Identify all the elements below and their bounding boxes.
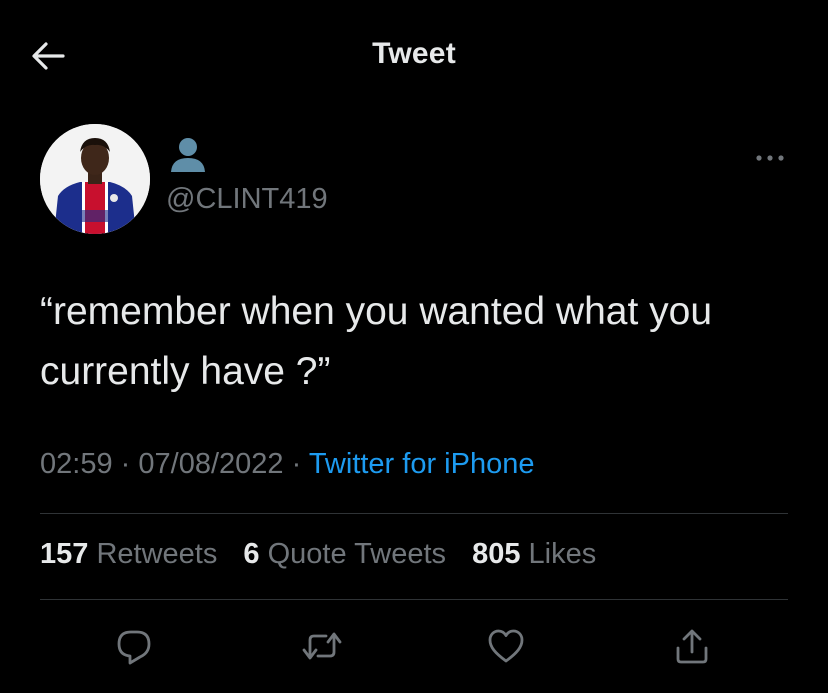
top-bar: Tweet [0,0,828,112]
divider [40,513,788,514]
share-button[interactable] [666,620,718,672]
likes-count: 805 [472,538,521,570]
retweets-count: 157 [40,538,89,570]
likes-stat[interactable]: 805 Likes [472,538,596,570]
reply-button[interactable] [108,620,160,672]
retweet-icon [302,632,342,660]
avatar[interactable] [40,124,150,234]
divider [40,599,788,600]
more-options-button[interactable] [748,144,792,172]
quote-tweets-label: Quote Tweets [267,538,447,570]
likes-label: Likes [528,538,597,570]
retweets-label: Retweets [96,538,218,570]
retweets-stat[interactable]: 157 Retweets [40,538,217,570]
user-handle[interactable]: @CLINT419 [166,183,328,216]
tweet-stats: 157 Retweets 6 Quote Tweets 805 Likes [40,538,614,571]
share-icon [676,629,708,664]
like-button[interactable] [480,620,532,672]
more-horizontal-icon [756,155,784,161]
retweet-button[interactable] [296,620,348,672]
tweet-actions [0,620,828,672]
page-title: Tweet [372,37,456,70]
meta-separator: · [120,448,131,480]
quote-tweets-stat[interactable]: 6 Quote Tweets [243,538,446,570]
tweet-date[interactable]: 07/08/2022 [138,448,283,480]
meta-separator: · [291,448,302,480]
tweet-time[interactable]: 02:59 [40,448,113,480]
quote-tweets-count: 6 [243,538,260,570]
heart-icon [488,629,524,663]
reply-icon [117,630,151,665]
tweet-source-link[interactable]: Twitter for iPhone [309,448,535,480]
profile-photo [40,124,150,234]
bust-in-silhouette-emoji [171,138,205,172]
tweet-text: “remember when you wanted what you curre… [40,290,713,393]
tweet-meta: 02:59 · 07/08/2022 · Twitter for iPhone [40,448,534,481]
display-name-emoji[interactable] [168,134,208,174]
